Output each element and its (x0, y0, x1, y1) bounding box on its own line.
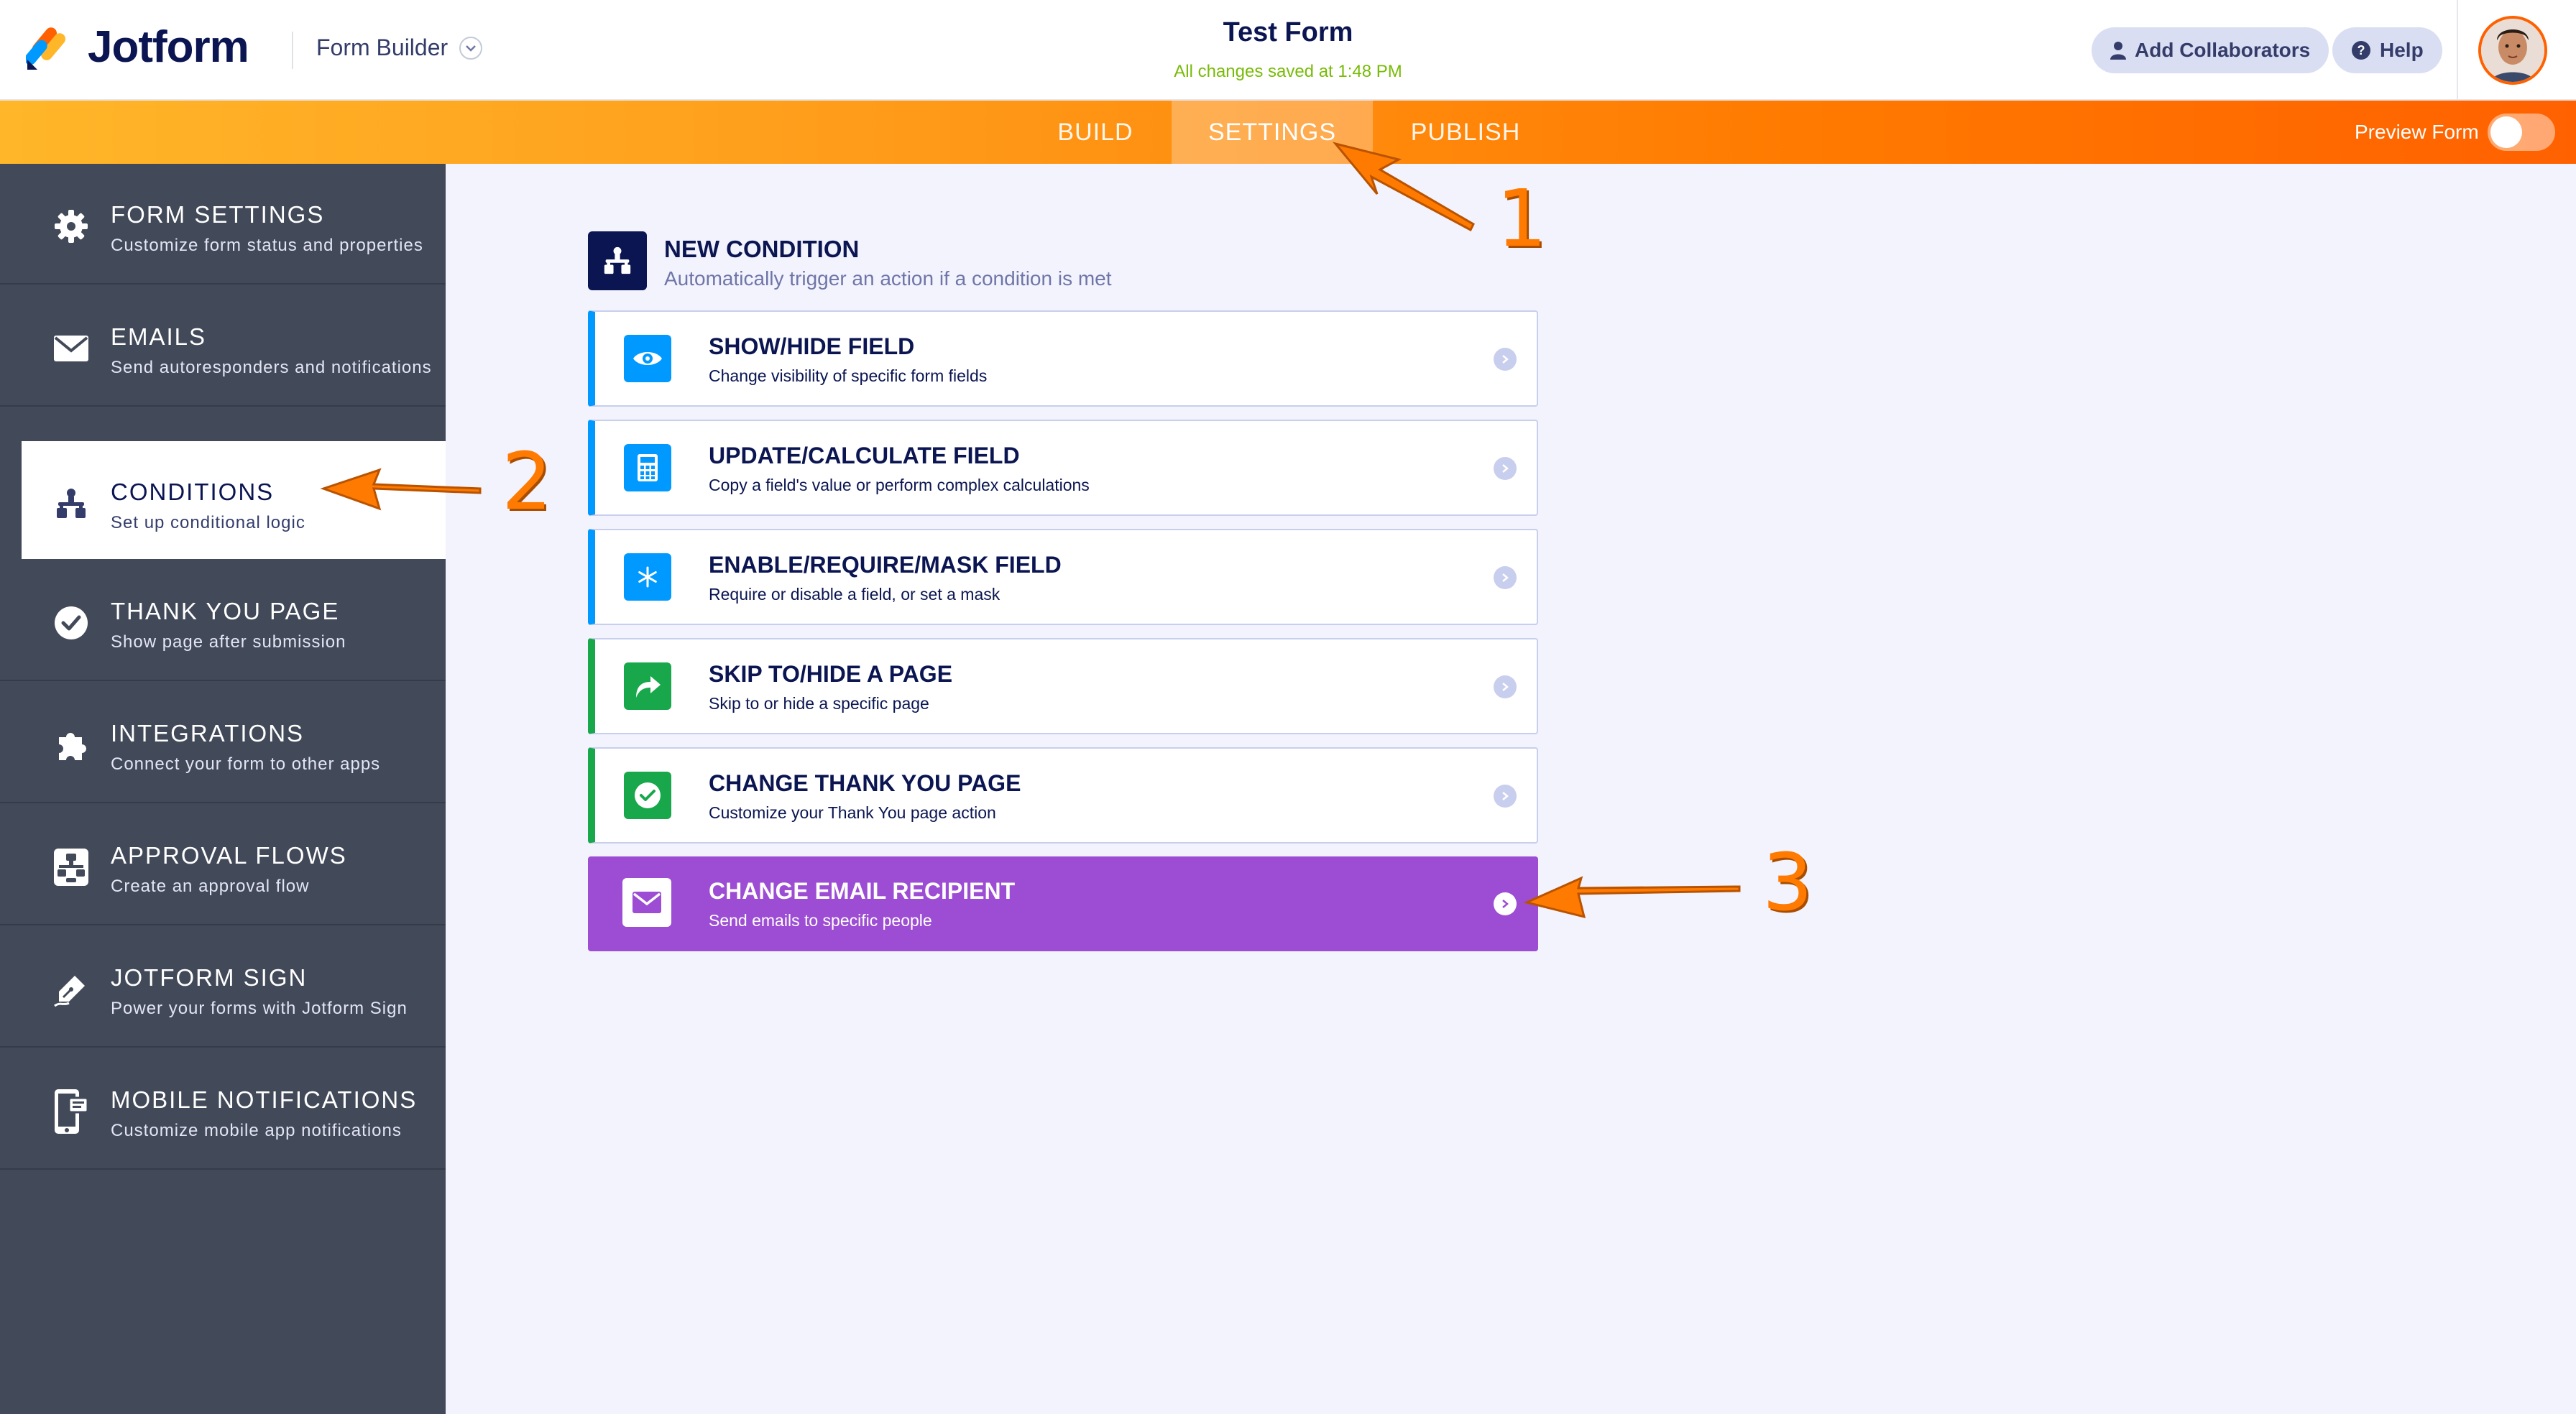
condition-update-calculate-field[interactable]: UPDATE/CALCULATE FIELD Copy a field's va… (588, 420, 1538, 516)
pen-icon (52, 970, 91, 1009)
settings-sidebar: FORM SETTINGS Customize form status and … (0, 164, 446, 1414)
sidebar-item-title: CONDITIONS (111, 479, 275, 505)
sidebar-item-subtitle: Set up conditional logic (111, 513, 305, 532)
condition-title: CHANGE EMAIL RECIPIENT (709, 878, 1016, 904)
sidebar-item-title: THANK YOU PAGE (111, 598, 340, 624)
condition-title: SKIP TO/HIDE A PAGE (709, 661, 953, 687)
sidebar-item-subtitle: Send autoresponders and notifications (111, 358, 432, 377)
sidebar-item-subtitle: Create an approval flow (111, 877, 310, 896)
tab-settings[interactable]: SETTINGS (1172, 101, 1373, 164)
preview-form-label: Preview Form (2355, 121, 2479, 143)
account-area (2457, 0, 2576, 101)
puzzle-icon (52, 726, 91, 764)
tab-publish[interactable]: PUBLISH (1383, 101, 1548, 164)
condition-title: CHANGE THANK YOU PAGE (709, 770, 1021, 796)
tab-build[interactable]: BUILD (1031, 101, 1160, 164)
add-collaborators-button[interactable]: Add Collaborators (2092, 27, 2329, 73)
condition-title: ENABLE/REQUIRE/MASK FIELD (709, 552, 1062, 578)
condition-subtitle: Copy a field's value or perform complex … (709, 476, 1090, 494)
sidebar-item-subtitle: Power your forms with Jotform Sign (111, 999, 408, 1018)
sidebar-item-title: JOTFORM SIGN (111, 964, 308, 991)
share-arrow-icon (624, 662, 671, 710)
sidebar-item-thank-you-page[interactable]: THANK YOU PAGE Show page after submissio… (0, 560, 446, 681)
sidebar-item-title: EMAILS (111, 323, 207, 350)
sidebar-item-subtitle: Connect your form to other apps (111, 754, 381, 774)
sidebar-item-jotform-sign[interactable]: JOTFORM SIGN Power your forms with Jotfo… (0, 927, 446, 1048)
condition-skip-hide-page[interactable]: SKIP TO/HIDE A PAGE Skip to or hide a sp… (588, 638, 1538, 734)
user-icon (2110, 41, 2126, 60)
avatar[interactable] (2478, 16, 2547, 85)
add-collaborators-label: Add Collaborators (2135, 39, 2311, 61)
envelope-icon (622, 878, 671, 927)
chevron-right-icon (1494, 348, 1517, 371)
condition-show-hide-field[interactable]: SHOW/HIDE FIELD Change visibility of spe… (588, 310, 1538, 407)
annotation-number-3: 3 (1762, 836, 1813, 928)
annotation-number-1: 1 (1496, 172, 1547, 264)
check-circle-icon (52, 604, 91, 642)
sidebar-item-title: FORM SETTINGS (111, 201, 325, 228)
sidebar-item-subtitle: Customize mobile app notifications (111, 1121, 402, 1140)
preview-toggle-switch[interactable] (2487, 114, 2555, 151)
sidebar-item-subtitle: Show page after submission (111, 632, 346, 652)
sidebar-item-approval-flows[interactable]: APPROVAL FLOWS Create an approval flow (0, 805, 446, 925)
chevron-right-icon (1494, 675, 1517, 698)
new-condition-icon (588, 231, 647, 290)
help-button[interactable]: ? Help (2332, 27, 2442, 73)
condition-subtitle: Change visibility of specific form field… (709, 366, 988, 385)
asterisk-icon (624, 553, 671, 601)
chevron-right-icon (1494, 457, 1517, 480)
sidebar-item-subtitle: Customize form status and properties (111, 236, 423, 255)
sidebar-item-conditions[interactable]: CONDITIONS Set up conditional logic (22, 441, 446, 559)
top-header: Jotform Form Builder Test Form All chang… (0, 0, 2576, 101)
condition-title: UPDATE/CALCULATE FIELD (709, 443, 1020, 468)
chevron-right-icon (1494, 566, 1517, 589)
condition-change-thank-you-page[interactable]: CHANGE THANK YOU PAGE Customize your Tha… (588, 747, 1538, 844)
help-label: Help (2380, 39, 2424, 61)
calculator-icon (624, 444, 671, 491)
sidebar-item-mobile-notifications[interactable]: MOBILE NOTIFICATIONS Customize mobile ap… (0, 1049, 446, 1170)
sidebar-item-title: MOBILE NOTIFICATIONS (111, 1086, 418, 1113)
condition-subtitle: Send emails to specific people (709, 911, 932, 930)
chevron-right-icon (1494, 892, 1517, 915)
sidebar-item-integrations[interactable]: INTEGRATIONS Connect your form to other … (0, 683, 446, 803)
condition-title: SHOW/HIDE FIELD (709, 333, 915, 359)
question-circle-icon: ? (2351, 40, 2371, 60)
eye-icon (624, 335, 671, 382)
condition-subtitle: Customize your Thank You page action (709, 803, 996, 822)
preview-form-toggle[interactable]: Preview Form (2355, 101, 2555, 164)
condition-subtitle: Skip to or hide a specific page (709, 694, 929, 713)
sidebar-item-emails[interactable]: EMAILS Send autoresponders and notificat… (0, 286, 446, 407)
annotation-number-2: 2 (502, 435, 552, 527)
envelope-icon (52, 329, 91, 368)
mobile-icon (52, 1089, 91, 1134)
sidebar-item-title: INTEGRATIONS (111, 720, 305, 747)
new-condition-title: NEW CONDITION (664, 236, 860, 262)
sidebar-item-title: APPROVAL FLOWS (111, 842, 347, 869)
condition-subtitle: Require or disable a field, or set a mas… (709, 585, 1000, 604)
gear-icon (52, 207, 91, 246)
flow-icon (52, 848, 91, 887)
svg-text:?: ? (2358, 43, 2365, 57)
condition-change-email-recipient[interactable]: CHANGE EMAIL RECIPIENT Send emails to sp… (588, 856, 1538, 951)
new-condition-subtitle: Automatically trigger an action if a con… (664, 267, 1112, 290)
sitemap-icon (52, 484, 91, 523)
sidebar-item-form-settings[interactable]: FORM SETTINGS Customize form status and … (0, 164, 446, 285)
builder-navbar: BUILD SETTINGS PUBLISH Preview Form (0, 101, 2576, 164)
check-icon (624, 772, 671, 819)
chevron-right-icon (1494, 785, 1517, 808)
condition-enable-require-mask-field[interactable]: ENABLE/REQUIRE/MASK FIELD Require or dis… (588, 529, 1538, 625)
